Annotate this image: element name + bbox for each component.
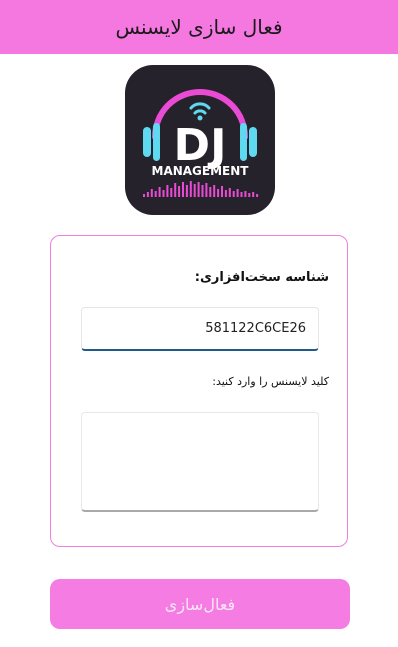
equalizer-bar <box>146 192 149 197</box>
equalizer-bar <box>197 182 200 197</box>
equalizer-bar <box>166 185 169 197</box>
dj-management-logo: DJ MANAGEMENT <box>125 65 275 215</box>
left-ear-cup <box>143 127 151 157</box>
equalizer-bar <box>221 186 223 197</box>
equalizer-bar <box>224 190 227 197</box>
equalizer-bar <box>205 183 208 197</box>
equalizer-bar <box>209 187 212 197</box>
logo-graphic: DJ MANAGEMENT <box>143 89 259 197</box>
equalizer-bar <box>178 186 181 197</box>
equalizer-bar <box>158 187 161 197</box>
equalizer-bar <box>162 190 165 197</box>
equalizer-bar <box>189 181 192 197</box>
equalizer-bar <box>228 188 231 197</box>
equalizer-bar <box>154 191 157 197</box>
right-ear-cup <box>249 127 257 157</box>
equalizer-bar <box>150 189 153 197</box>
window-title: فعال سازی لایسنس <box>115 15 283 39</box>
equalizer-bar <box>252 192 255 197</box>
equalizer-bar <box>213 185 216 197</box>
equalizer-bar <box>248 193 251 197</box>
equalizer-bar <box>182 182 184 197</box>
hardware-id-field[interactable]: 581122C6CE26 <box>81 307 319 351</box>
equalizer-bar <box>201 185 204 197</box>
license-card: شناسه سخت‌افزاری: 581122C6CE26 کلید لایس… <box>50 235 348 547</box>
equalizer-bars <box>143 181 259 197</box>
left-ear-cup-inner <box>153 123 160 161</box>
license-key-label: کلید لایسنس را وارد کنید: <box>212 375 329 388</box>
equalizer-bar <box>232 191 235 197</box>
equalizer-bar <box>143 194 145 197</box>
hardware-id-label: شناسه سخت‌افزاری: <box>194 270 329 285</box>
equalizer-bar <box>170 188 173 197</box>
wifi-inner-arc <box>193 109 207 115</box>
right-ear-cup-inner <box>240 123 247 161</box>
equalizer-bar <box>174 183 177 197</box>
equalizer-bar <box>256 194 259 197</box>
equalizer-bar <box>217 189 220 197</box>
equalizer-bar <box>193 184 196 197</box>
wifi-outer-arc <box>189 102 211 110</box>
equalizer-bar <box>185 185 188 197</box>
title-bar: فعال سازی لایسنس <box>0 0 398 54</box>
license-key-input[interactable] <box>81 412 319 512</box>
logo-sub-text: MANAGEMENT <box>152 164 250 178</box>
equalizer-bar <box>236 189 239 197</box>
equalizer-bar <box>240 192 243 197</box>
equalizer-bar <box>244 191 247 197</box>
activate-button[interactable]: فعال‌سازی <box>50 579 350 629</box>
